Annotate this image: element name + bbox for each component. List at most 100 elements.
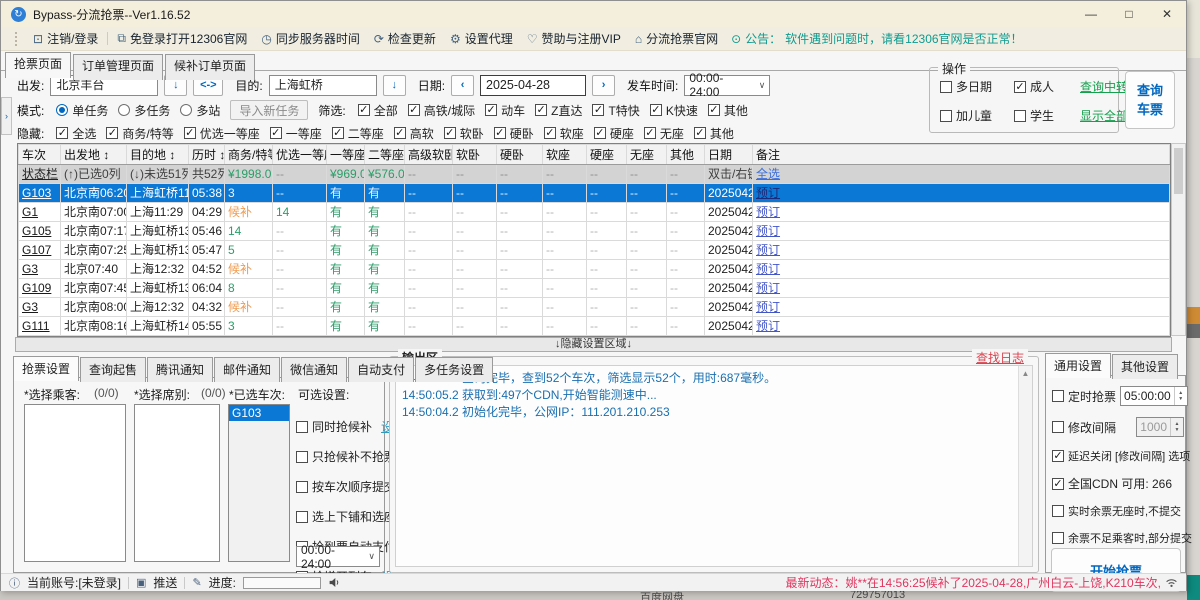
book-link[interactable]: 预订 xyxy=(756,243,780,257)
checkbox-box[interactable]: ✓ xyxy=(184,127,196,139)
checkbox-item[interactable]: 加儿童 xyxy=(940,107,1014,124)
toolbar-item[interactable]: ⊡注销/登录 xyxy=(26,30,105,47)
collapse-panel-button[interactable]: › xyxy=(1,97,12,135)
toolbar-item[interactable]: ⚙设置代理 xyxy=(443,30,520,47)
checkbox-box[interactable]: ✓ xyxy=(444,127,456,139)
book-link[interactable]: 预订 xyxy=(756,224,780,238)
radio-item[interactable]: 单任务 xyxy=(56,102,108,119)
column-header[interactable]: 车次 xyxy=(19,145,61,165)
filter-checkbox[interactable]: ✓高铁/城际 xyxy=(408,102,475,119)
checkbox-box[interactable]: ✓ xyxy=(1014,81,1026,93)
output-log[interactable]: 14:51:04.5 查询完毕，查到52个车次，筛选显示52个，用时:687毫秒… xyxy=(395,365,1033,567)
scrollbar-thumb[interactable] xyxy=(1174,148,1183,194)
push-label[interactable]: 推送 xyxy=(153,574,177,591)
table-row[interactable]: G1北京南07:00上海11:2904:29候补14有有------------… xyxy=(19,203,1170,222)
hide-checkbox[interactable]: ✓全选 xyxy=(56,125,96,142)
radio-item[interactable]: 多任务 xyxy=(118,102,170,119)
tab-page[interactable]: 自动支付 xyxy=(348,357,414,382)
spinner-input[interactable]: 1000▲▼ xyxy=(1136,417,1184,437)
scroll-up-icon[interactable]: ▲ xyxy=(1019,366,1032,378)
toolbar-item[interactable]: ◷同步服务器时间 xyxy=(254,30,367,47)
column-header[interactable]: 其他 xyxy=(667,145,705,165)
checkbox-box[interactable]: ✓ xyxy=(1052,478,1064,490)
checkbox-box[interactable]: ✓ xyxy=(535,104,547,116)
column-header[interactable]: 一等座 xyxy=(327,145,365,165)
hide-checkbox[interactable]: ✓硬卧 xyxy=(494,125,534,142)
checkbox-box[interactable] xyxy=(296,421,308,433)
book-link[interactable]: 预订 xyxy=(756,319,780,333)
book-link[interactable]: 预订 xyxy=(756,205,780,219)
train-number-link[interactable]: G107 xyxy=(22,243,51,257)
checkbox-box[interactable] xyxy=(296,481,308,493)
checkbox-box[interactable] xyxy=(1052,505,1064,517)
toolbar-item[interactable]: ⟳检查更新 xyxy=(367,30,443,47)
checkbox-box[interactable]: ✓ xyxy=(644,127,656,139)
output-scrollbar[interactable]: ▲ xyxy=(1018,366,1032,566)
hide-checkbox[interactable]: ✓优选一等座 xyxy=(184,125,260,142)
checkbox-box[interactable]: ✓ xyxy=(358,104,370,116)
checkbox-box[interactable] xyxy=(1052,421,1064,433)
column-header[interactable]: 硬卧 xyxy=(497,145,543,165)
hide-checkbox[interactable]: ✓硬座 xyxy=(594,125,634,142)
column-header[interactable]: 软卧 xyxy=(453,145,497,165)
hide-checkbox[interactable]: ✓其他 xyxy=(694,125,734,142)
column-header[interactable]: 商务/特等 xyxy=(225,145,273,165)
passenger-listbox[interactable] xyxy=(24,404,126,562)
train-number-link[interactable]: G1 xyxy=(22,205,38,219)
checkbox-box[interactable] xyxy=(1052,532,1064,544)
checkbox-box[interactable] xyxy=(296,511,308,523)
minimize-button[interactable]: — xyxy=(1072,1,1110,27)
train-number-link[interactable]: G103 xyxy=(22,186,51,200)
to-input[interactable]: 上海虹桥 xyxy=(269,75,377,96)
find-log-link[interactable]: 查找日志 xyxy=(972,349,1028,366)
toolbar-item[interactable]: ♡赞助与注册VIP xyxy=(520,30,628,47)
close-button[interactable]: ✕ xyxy=(1148,1,1186,27)
speaker-icon[interactable] xyxy=(328,576,341,589)
table-row[interactable]: G105北京南07:17上海虹桥13:0305:4614--有有--------… xyxy=(19,222,1170,241)
radio-button[interactable] xyxy=(56,104,68,116)
checkbox-box[interactable] xyxy=(1052,390,1064,402)
selected-trains-listbox[interactable]: G103 xyxy=(228,404,290,562)
selected-train-item[interactable]: G103 xyxy=(229,405,289,421)
depart-time-select[interactable]: 00:00-24:00 ∨ xyxy=(684,75,770,96)
filter-checkbox[interactable]: ✓全部 xyxy=(358,102,398,119)
filter-checkbox[interactable]: ✓其他 xyxy=(708,102,748,119)
checkbox-box[interactable]: ✓ xyxy=(106,127,118,139)
column-header[interactable]: 二等座 xyxy=(365,145,405,165)
checkbox-box[interactable] xyxy=(940,81,952,93)
train-number-link[interactable]: G109 xyxy=(22,281,51,295)
checkbox-box[interactable] xyxy=(1014,110,1026,122)
import-task-button[interactable]: 导入新任务 xyxy=(230,100,308,120)
column-header[interactable]: 日期 xyxy=(705,145,753,165)
column-header[interactable]: 高级软卧 xyxy=(405,145,453,165)
tab-page[interactable]: 其他设置 xyxy=(1112,354,1178,379)
checkbox-box[interactable]: ✓ xyxy=(270,127,282,139)
tab-page[interactable]: 多任务设置 xyxy=(415,357,493,382)
column-header[interactable]: 优选一等座 xyxy=(273,145,327,165)
tab-page[interactable]: 候补订单页面 xyxy=(165,54,255,80)
train-number-link[interactable]: G111 xyxy=(22,319,50,333)
book-link[interactable]: 预订 xyxy=(756,262,780,276)
tab-page[interactable]: 腾讯通知 xyxy=(147,357,213,382)
spinner-input[interactable]: 05:00:00▲▼ xyxy=(1120,386,1188,406)
train-number-link[interactable]: G3 xyxy=(22,300,38,314)
filter-checkbox[interactable]: ✓K快速 xyxy=(650,102,698,119)
checkbox-item[interactable]: 学生 xyxy=(1014,107,1080,124)
checkbox-box[interactable]: ✓ xyxy=(594,127,606,139)
column-header[interactable]: 目的地 ↕ xyxy=(127,145,189,165)
checkbox-box[interactable]: ✓ xyxy=(332,127,344,139)
grab-time-select[interactable]: 00:00-24:00 ∨ xyxy=(296,546,380,567)
column-header[interactable]: 出发地 ↕ xyxy=(61,145,127,165)
column-header[interactable]: 硬座 xyxy=(587,145,627,165)
book-link[interactable]: 预订 xyxy=(756,186,780,200)
tab-active[interactable]: 抢票页面 xyxy=(5,52,71,78)
filter-checkbox[interactable]: ✓动车 xyxy=(485,102,525,119)
checkbox-box[interactable]: ✓ xyxy=(592,104,604,116)
checkbox-box[interactable] xyxy=(296,451,308,463)
checkbox-box[interactable] xyxy=(940,110,952,122)
checkbox-box[interactable]: ✓ xyxy=(650,104,662,116)
select-all-link[interactable]: 全选 xyxy=(756,167,780,181)
seat-listbox[interactable] xyxy=(134,404,220,562)
checkbox-item[interactable]: 多日期 xyxy=(940,78,1014,95)
table-row[interactable]: G103北京南06:20上海虹桥11:5805:383--有有---------… xyxy=(19,184,1170,203)
